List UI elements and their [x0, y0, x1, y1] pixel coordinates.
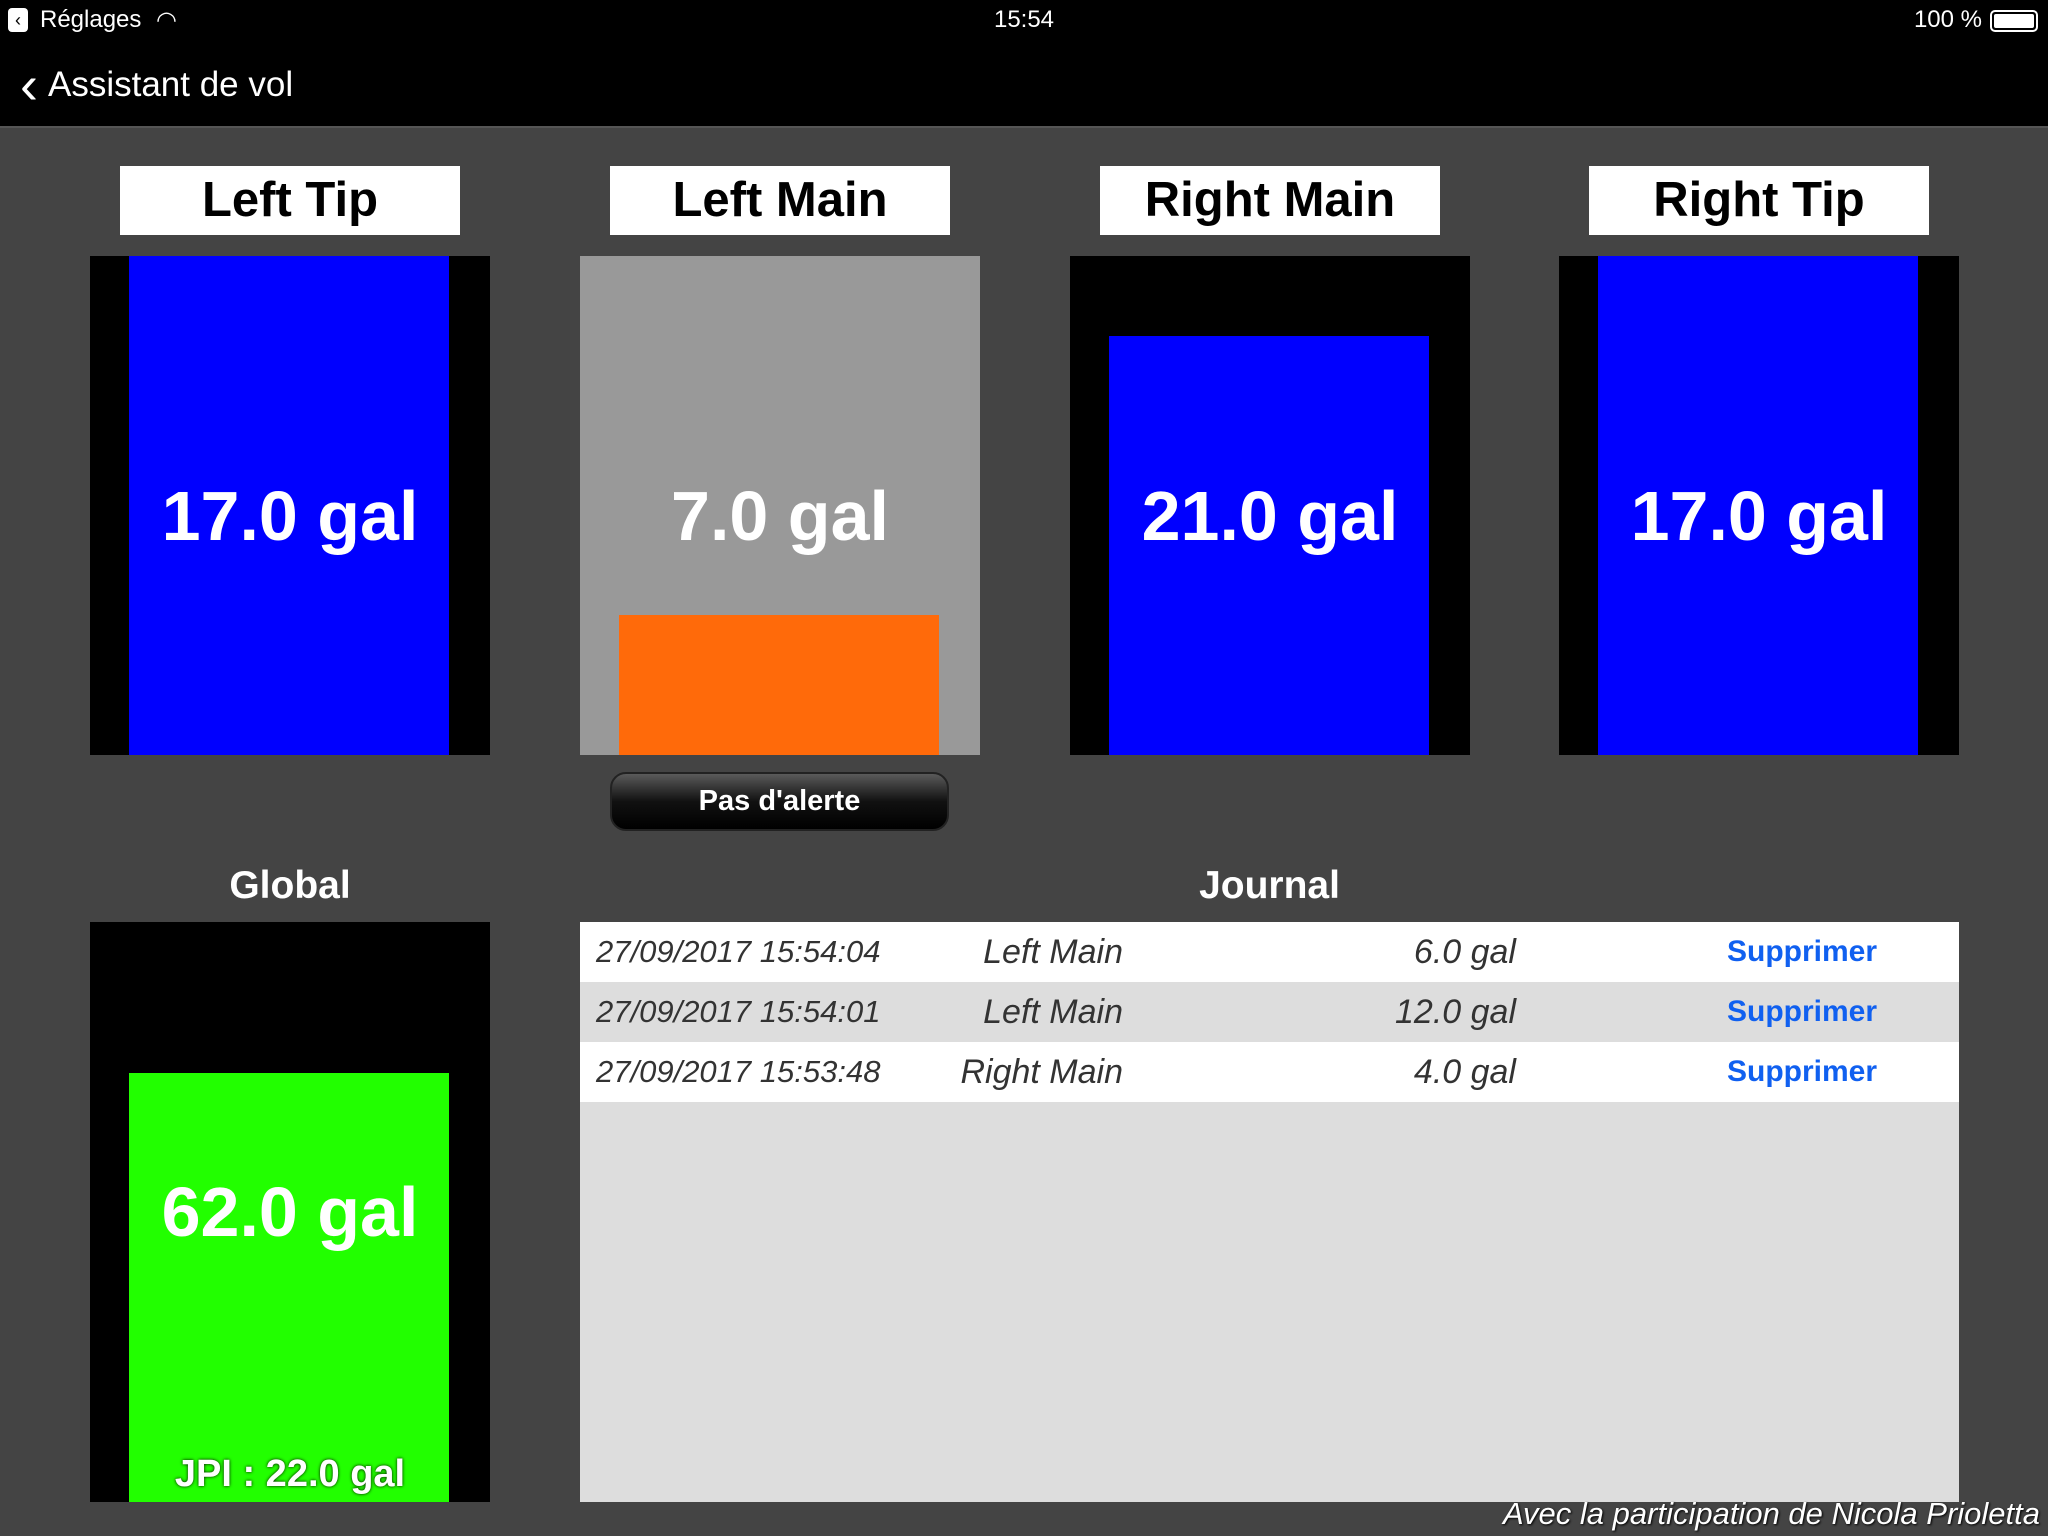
journal-table: 27/09/2017 15:54:04 Left Main 6.0 gal Su…	[580, 922, 1959, 1502]
journal-title: Journal	[1199, 864, 1340, 907]
chevron-left-icon: ‹	[20, 55, 38, 115]
delete-button[interactable]: Supprimer	[1727, 982, 1877, 1042]
global-tank: 62.0 gal JPI : 22.0 gal	[90, 922, 490, 1502]
tank-fill	[619, 615, 939, 755]
battery-icon	[1990, 10, 2038, 32]
navigation-bar: ‹ Réglages ◠ 15:54 100 % ‹ Assistant de …	[0, 0, 2048, 128]
row-tank: Left Main	[983, 933, 1123, 971]
tank-value: 21.0 gal	[1141, 477, 1399, 555]
journal-row: 27/09/2017 15:54:01 Left Main 12.0 gal S…	[580, 982, 1959, 1042]
journal-row: 27/09/2017 15:53:48 Right Main 4.0 gal S…	[580, 1042, 1959, 1102]
tank-right-main[interactable]: 21.0 gal	[1070, 256, 1470, 755]
battery-percent: 100 %	[1913, 6, 1982, 33]
global-title: Global	[229, 864, 351, 907]
row-datetime: 27/09/2017 15:54:01	[596, 994, 881, 1029]
row-quantity: 12.0 gal	[1395, 993, 1516, 1031]
back-button-label: Assistant de vol	[47, 65, 294, 104]
tank-value: 7.0 gal	[671, 477, 889, 555]
row-datetime: 27/09/2017 15:53:48	[596, 1054, 881, 1089]
footer-credit: Avec la participation de Nicola Priolett…	[1502, 1496, 2040, 1531]
row-tank: Right Main	[960, 1053, 1123, 1091]
row-tank: Left Main	[983, 993, 1123, 1031]
tank-label-right-tip: Right Tip	[1589, 166, 1929, 235]
jpi-value: JPI : 22.0 gal	[174, 1453, 406, 1495]
tank-left-main[interactable]: 7.0 gal	[580, 256, 980, 755]
status-time: 15:54	[993, 6, 1055, 33]
tank-value: 17.0 gal	[161, 477, 419, 555]
global-fill	[129, 1072, 449, 1502]
journal-row: 27/09/2017 15:54:04 Left Main 6.0 gal Su…	[580, 922, 1959, 982]
row-datetime: 27/09/2017 15:54:04	[596, 934, 881, 969]
row-quantity: 4.0 gal	[1413, 1053, 1516, 1091]
tank-label-left-main: Left Main	[610, 166, 950, 235]
back-button[interactable]: ‹ Assistant de vol	[20, 55, 294, 115]
delete-button[interactable]: Supprimer	[1727, 922, 1877, 982]
tank-right-tip[interactable]: 17.0 gal	[1559, 256, 1959, 755]
global-value: 62.0 gal	[161, 1173, 419, 1251]
row-quantity: 6.0 gal	[1413, 933, 1516, 971]
alert-button[interactable]: Pas d'alerte	[610, 772, 949, 831]
tank-label-right-main: Right Main	[1100, 166, 1440, 235]
delete-button[interactable]: Supprimer	[1727, 1042, 1877, 1102]
tank-label-left-tip: Left Tip	[120, 166, 460, 235]
tank-value: 17.0 gal	[1630, 477, 1888, 555]
tank-left-tip[interactable]: 17.0 gal	[90, 256, 490, 755]
